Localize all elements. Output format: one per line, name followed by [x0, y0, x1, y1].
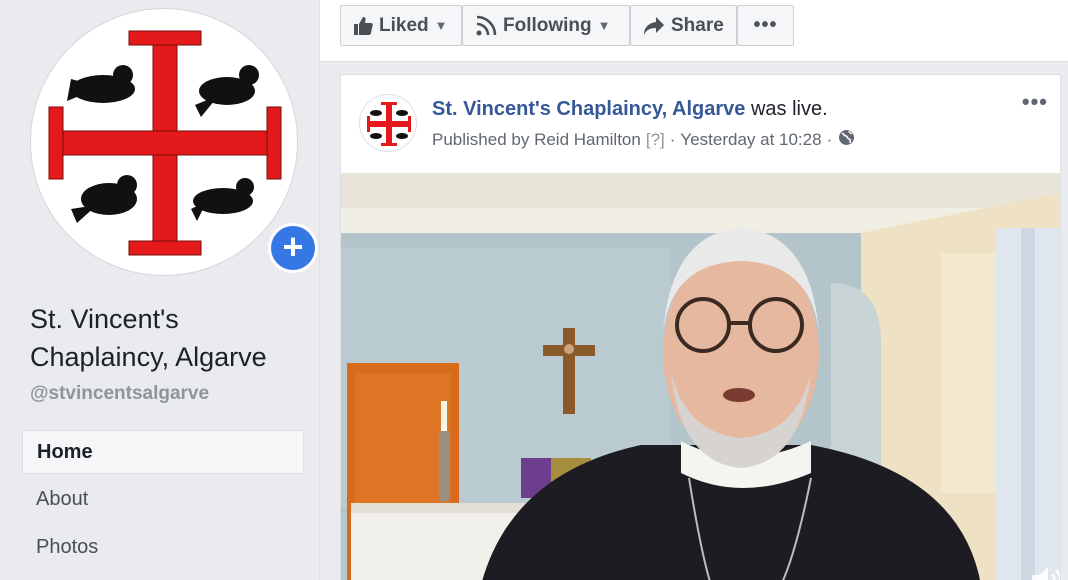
post-author-link[interactable]: St. Vincent's Chaplaincy, Algarve	[432, 98, 745, 120]
page-handle[interactable]: @stvincentsalgarve	[30, 383, 209, 405]
page-title: St. Vincent's Chaplaincy, Algarve	[30, 304, 267, 372]
plus-icon: +	[271, 226, 315, 270]
rss-icon	[475, 15, 497, 37]
share-button[interactable]: Share	[630, 5, 737, 46]
meta-separator: ·	[826, 130, 833, 149]
post-action-text: was live.	[750, 98, 828, 120]
share-label: Share	[671, 14, 724, 36]
published-by-text[interactable]: Published by Reid Hamilton	[432, 130, 641, 150]
share-arrow-icon	[643, 16, 665, 36]
page-nav: Home About Photos	[22, 430, 304, 574]
live-video-post: St. Vincent's Chaplaincy, Algarve was li…	[340, 74, 1061, 580]
nav-item-photos[interactable]: Photos	[22, 526, 304, 574]
chevron-down-icon: ▼	[434, 18, 448, 33]
meta-separator: ·	[669, 130, 676, 149]
liked-button[interactable]: Liked ▼	[340, 5, 462, 46]
page-sidebar: + St. Vincent's Chaplaincy, Algarve @stv…	[0, 0, 320, 580]
jerusalem-cross-icon	[367, 102, 411, 146]
jerusalem-cross-icon	[48, 30, 282, 256]
nav-item-about[interactable]: About	[22, 478, 304, 526]
add-photo-button[interactable]: +	[268, 223, 318, 273]
globe-icon[interactable]	[838, 129, 855, 151]
post-author-avatar[interactable]	[359, 94, 417, 152]
video-frame	[341, 173, 1060, 580]
profile-picture[interactable]: +	[30, 8, 318, 276]
help-marker[interactable]: [?]	[646, 130, 665, 150]
liked-label: Liked	[379, 14, 429, 36]
following-button[interactable]: Following ▼	[462, 5, 630, 46]
nav-item-home[interactable]: Home	[22, 430, 304, 474]
chevron-down-icon: ▼	[597, 18, 611, 33]
page-action-bar: Liked ▼ Following ▼ Share •••	[320, 0, 1068, 62]
more-options-button[interactable]: •••	[737, 5, 794, 46]
post-timestamp[interactable]: Yesterday at 10:28	[680, 130, 821, 150]
post-meta: Published by Reid Hamilton [?] · Yesterd…	[432, 129, 855, 151]
thumbs-up-icon	[353, 16, 373, 36]
main-content: Liked ▼ Following ▼ Share ••• St. Vincen…	[320, 0, 1068, 580]
post-title: St. Vincent's Chaplaincy, Algarve was li…	[432, 98, 828, 121]
live-video-player[interactable]	[341, 173, 1060, 580]
following-label: Following	[503, 14, 592, 36]
post-options-button[interactable]: •••	[1022, 89, 1048, 115]
